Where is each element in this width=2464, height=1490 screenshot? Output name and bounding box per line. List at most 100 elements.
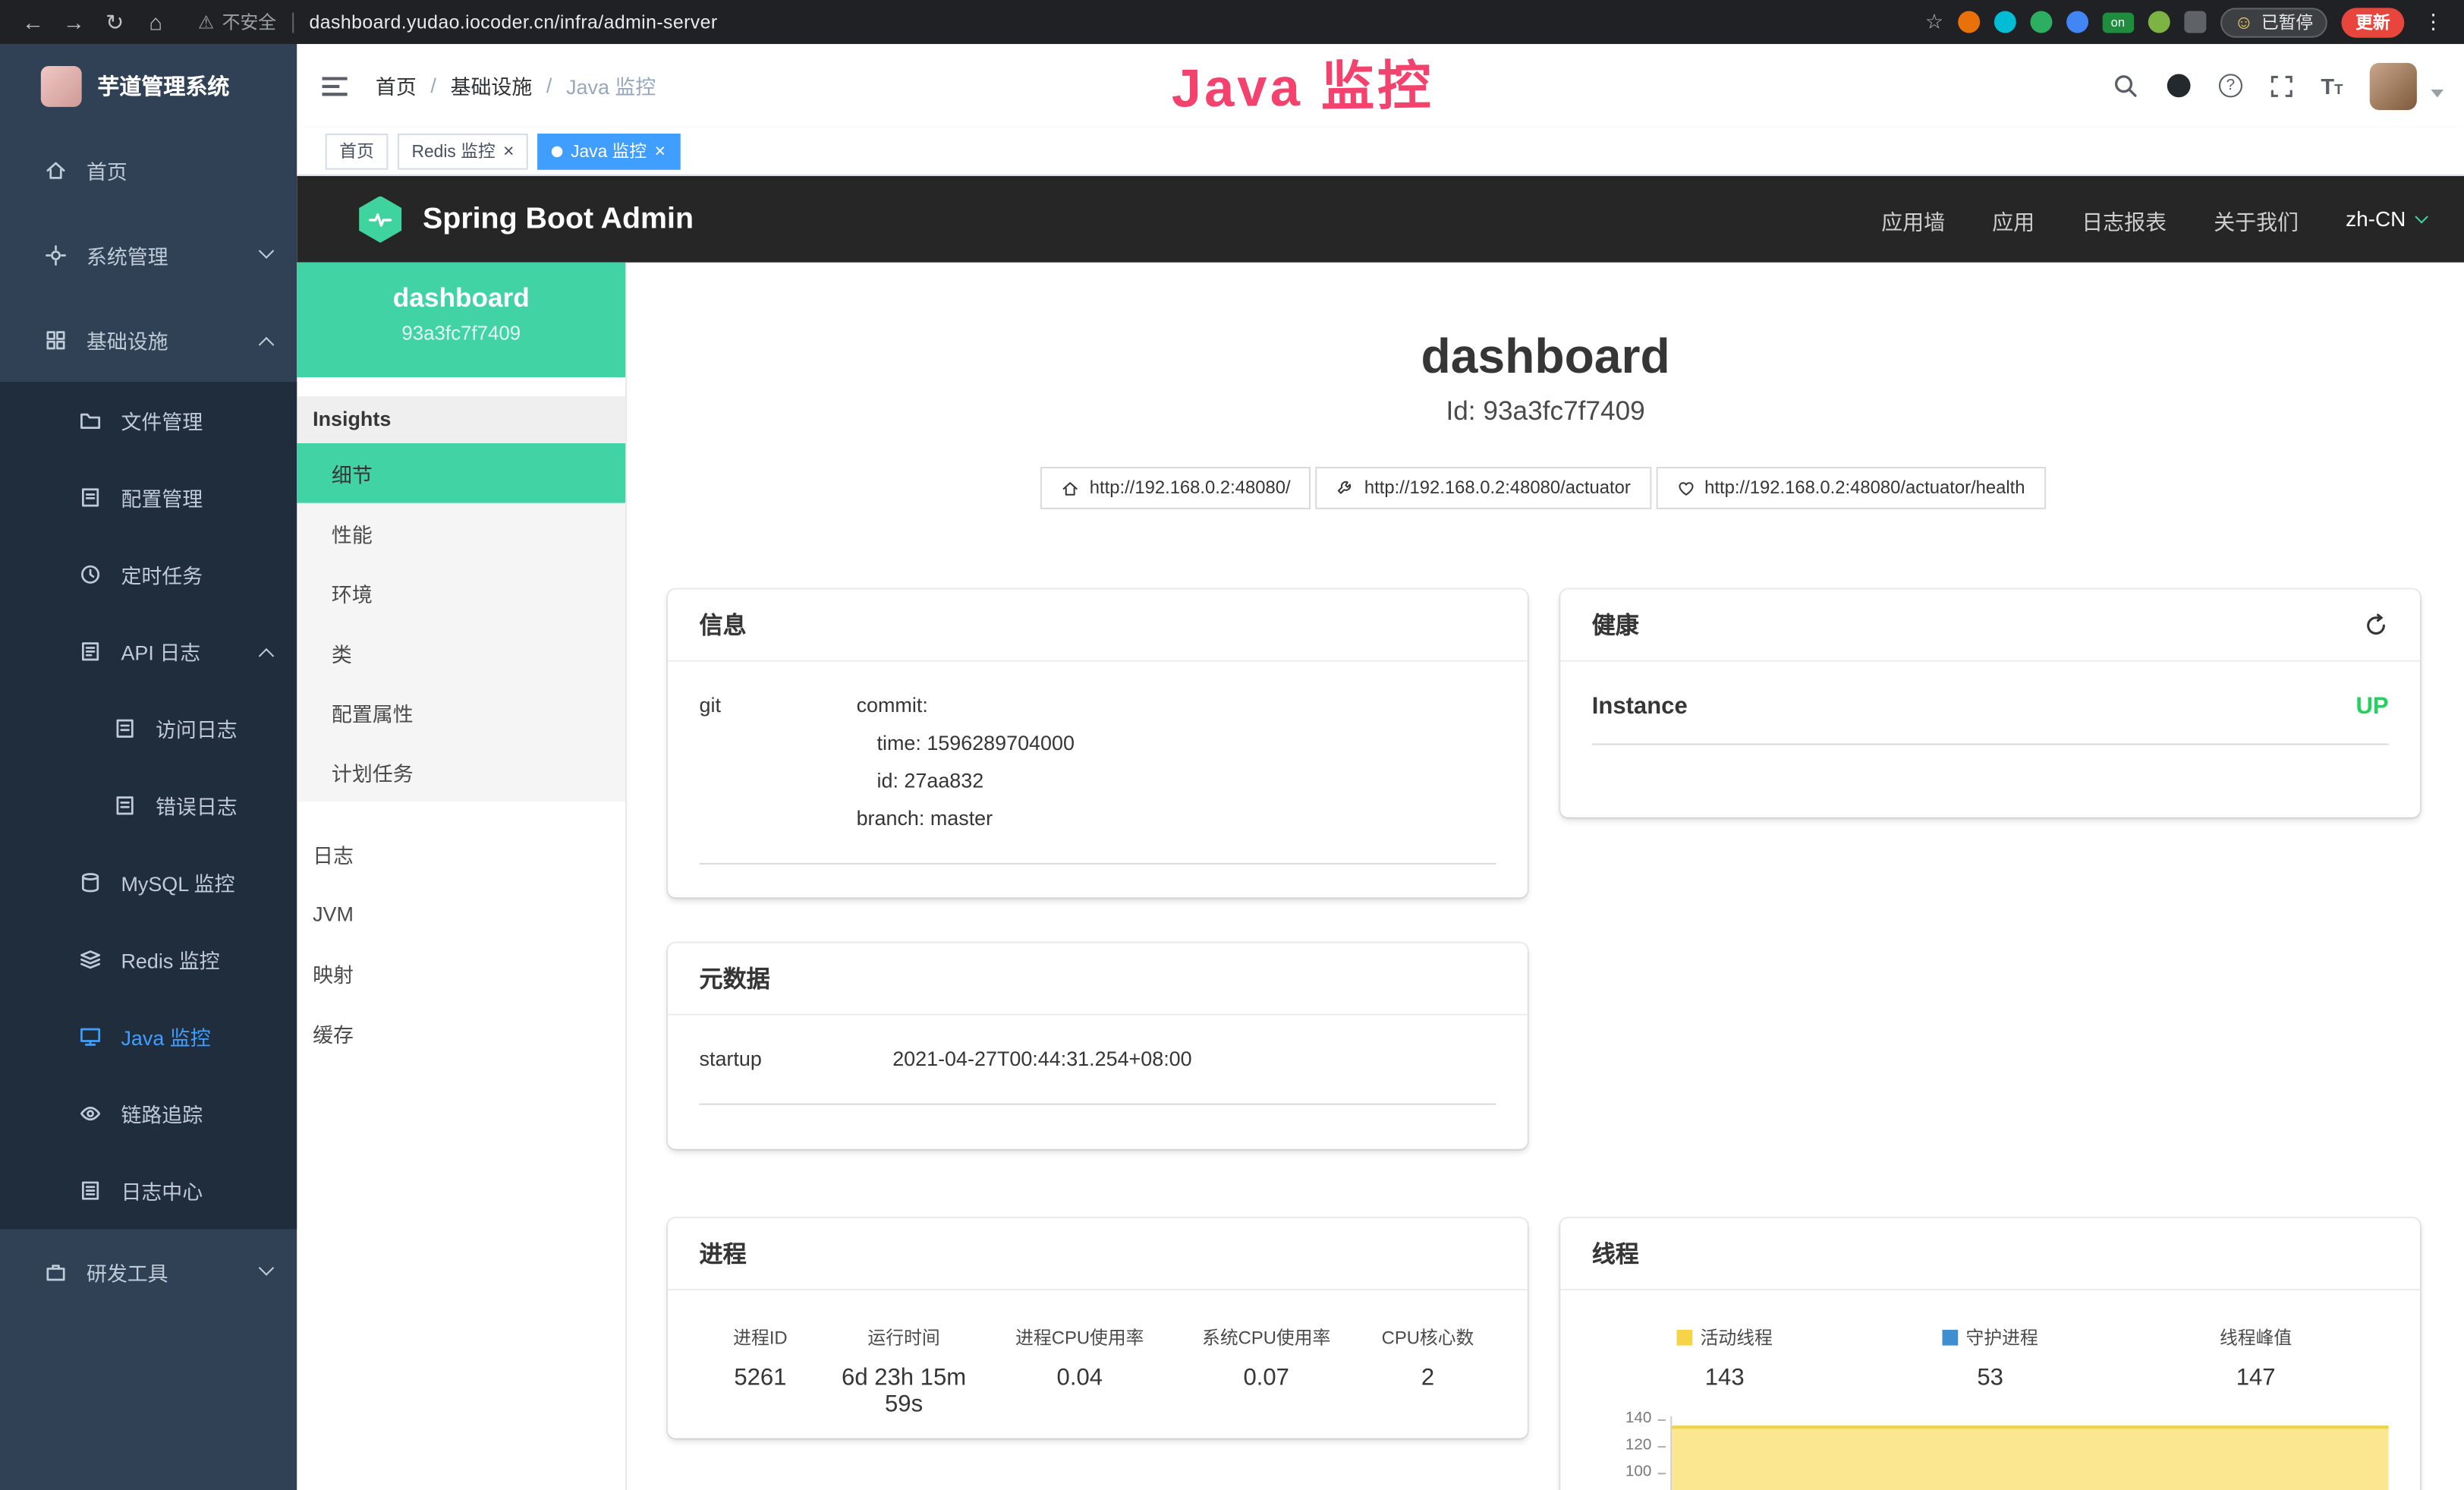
sba-nav-wallboard[interactable]: 应用墙 — [1881, 203, 1945, 235]
search-icon[interactable] — [2112, 72, 2138, 99]
sba-menu-mappings[interactable]: 映射 — [297, 943, 625, 1003]
sidebar-item-label: 日志中心 — [121, 1176, 203, 1205]
service-url-link[interactable]: http://192.168.0.2:48080/ — [1041, 467, 1311, 509]
header-actions: ? TT — [2112, 62, 2464, 109]
heart-icon — [1676, 479, 1695, 498]
hamburger-icon[interactable] — [297, 74, 348, 96]
extension-icon[interactable] — [1958, 11, 1980, 33]
history-icon[interactable] — [2363, 613, 2388, 638]
sba-menu-jvm[interactable]: JVM — [297, 884, 625, 943]
metadata-value: 2021-04-27T00:44:31.254+08:00 — [892, 1041, 1496, 1079]
sba-menu-metrics[interactable]: 性能 — [297, 503, 625, 563]
sba-menu-details[interactable]: 细节 — [297, 443, 625, 503]
sidebar-item-java-monitor[interactable]: Java 监控 — [0, 998, 297, 1075]
breadcrumb-infrastructure[interactable]: 基础设施 — [451, 71, 533, 100]
link-label: http://192.168.0.2:48080/actuator — [1364, 479, 1631, 498]
app-header: 首页 / 基础设施 / Java 监控 Java 监控 ? TT — [297, 44, 2464, 128]
sidebar-item-error-log[interactable]: 错误日志 — [0, 767, 297, 844]
help-icon[interactable]: ? — [2219, 74, 2242, 97]
avatar[interactable] — [2370, 62, 2417, 109]
sba-menu-beans[interactable]: 类 — [297, 622, 625, 682]
panel-title: 元数据 — [668, 943, 1528, 1015]
site-security-chip[interactable]: ⚠ 不安全 — [198, 9, 276, 34]
instance-header[interactable]: dashboard 93a3fc7f7409 — [297, 263, 625, 377]
panel-body: 活动线程 143 守护进程 53 线程峰值 147 140 — [1560, 1290, 2420, 1490]
fullscreen-icon[interactable] — [2269, 73, 2294, 98]
browser-toolbar: ← → ↻ ⌂ ⚠ 不安全 dashboard.yudao.iocoder.cn… — [0, 0, 2464, 44]
paused-chip[interactable]: ☺ 已暂停 — [2220, 7, 2327, 36]
legend-live-threads: 活动线程 143 — [1592, 1325, 1858, 1391]
sidebar-item-config-manage[interactable]: 配置管理 — [0, 459, 297, 536]
column-value: 6d 23h 15m 59s — [821, 1364, 987, 1417]
font-size-icon[interactable]: TT — [2321, 73, 2343, 98]
sidebar-item-file-manage[interactable]: 文件管理 — [0, 382, 297, 458]
sba-menu-environment[interactable]: 环境 — [297, 562, 625, 622]
tag-redis-monitor[interactable]: Redis 监控 × — [398, 133, 528, 169]
sba-brand[interactable]: Spring Boot Admin — [357, 196, 694, 243]
forward-icon[interactable]: → — [53, 9, 94, 34]
y-axis-tick: 100 — [1592, 1463, 1652, 1481]
extension-on-badge[interactable]: on — [2102, 12, 2133, 33]
app-logo-row[interactable]: 芋道管理系统 — [0, 44, 297, 128]
actuator-url-link[interactable]: http://192.168.0.2:48080/actuator — [1316, 467, 1651, 509]
sidebar-item-scheduled-jobs[interactable]: 定时任务 — [0, 536, 297, 613]
sba-nav-about[interactable]: 关于我们 — [2214, 203, 2299, 235]
sba-menu-loggers[interactable]: 日志 — [297, 824, 625, 884]
admin-sidebar: 芋道管理系统 首页 系统管理 基础设施 文件管理 配置管理 — [0, 44, 297, 1490]
sidebar-item-mysql-monitor[interactable]: MySQL 监控 — [0, 844, 297, 921]
smiley-icon: ☺ — [2234, 11, 2253, 33]
info-panel: 信息 git commit: time: 1596289704000 id: 2… — [668, 590, 1528, 898]
health-url-link[interactable]: http://192.168.0.2:48080/actuator/health — [1656, 467, 2045, 509]
reload-icon[interactable]: ↻ — [94, 8, 135, 35]
panel-body: Instance UP — [1560, 662, 2420, 770]
update-button[interactable]: 更新 — [2341, 7, 2404, 36]
folder-icon — [79, 408, 102, 432]
chevron-down-icon — [2415, 209, 2428, 223]
legend-value: 147 — [2123, 1364, 2389, 1391]
extension-icon[interactable] — [2148, 11, 2170, 33]
sidebar-item-tracing[interactable]: 链路追踪 — [0, 1075, 297, 1151]
sidebar-item-devtools[interactable]: 研发工具 — [0, 1229, 297, 1314]
sidebar-item-log-center[interactable]: 日志中心 — [0, 1152, 297, 1229]
live-threads-area — [1672, 1425, 2388, 1490]
close-icon[interactable]: × — [654, 141, 666, 160]
extension-icon[interactable] — [1994, 11, 2016, 33]
user-menu-caret-icon[interactable] — [2431, 90, 2444, 97]
sidebar-item-label: 系统管理 — [87, 240, 168, 269]
sidebar-item-label: 定时任务 — [121, 559, 203, 589]
log-icon — [79, 640, 102, 663]
health-instance-row[interactable]: Instance UP — [1592, 687, 2389, 745]
sidebar-item-access-log[interactable]: 访问日志 — [0, 690, 297, 767]
sba-nav-applications[interactable]: 应用 — [1992, 203, 2034, 235]
sidebar-submenu: 文件管理 配置管理 定时任务 API 日志 访问日志 错误日志 — [0, 382, 297, 1229]
chevron-up-icon — [259, 648, 274, 663]
tag-home[interactable]: 首页 — [326, 133, 389, 169]
sidebar-item-label: MySQL 监控 — [121, 868, 234, 897]
locale-select[interactable]: zh-CN — [2346, 207, 2426, 231]
sidebar-item-api-log[interactable]: API 日志 — [0, 613, 297, 690]
address-bar[interactable]: dashboard.yudao.iocoder.cn/infra/admin-s… — [310, 11, 718, 33]
sidebar-item-infrastructure[interactable]: 基础设施 — [0, 297, 297, 382]
sba-nav-journal[interactable]: 日志报表 — [2082, 203, 2167, 235]
home-icon[interactable]: ⌂ — [135, 9, 176, 34]
threads-panel: 线程 活动线程 143 守护进程 53 线程峰值 147 — [1560, 1218, 2420, 1490]
tag-java-monitor[interactable]: Java 监控 × — [538, 133, 680, 169]
github-icon[interactable] — [2165, 72, 2192, 99]
sba-menu-caches[interactable]: 缓存 — [297, 1003, 625, 1063]
extension-icon[interactable] — [2030, 11, 2052, 33]
sidebar-item-redis-monitor[interactable]: Redis 监控 — [0, 921, 297, 997]
extension-icon[interactable] — [2066, 11, 2088, 33]
bookmark-star-icon[interactable]: ☆ — [1925, 9, 1943, 34]
puzzle-extensions-icon[interactable] — [2184, 11, 2206, 33]
tag-label: Java 监控 — [571, 138, 647, 163]
sidebar-item-system[interactable]: 系统管理 — [0, 213, 297, 298]
sba-brand-title: Spring Boot Admin — [423, 202, 694, 237]
sidebar-item-home[interactable]: 首页 — [0, 128, 297, 213]
back-icon[interactable]: ← — [13, 9, 54, 34]
browser-menu-icon[interactable]: ⋮ — [2418, 9, 2448, 34]
sba-menu-scheduled-tasks[interactable]: 计划任务 — [297, 742, 625, 802]
close-icon[interactable]: × — [503, 141, 515, 160]
y-axis-tickmark — [1658, 1419, 1666, 1421]
breadcrumb-home[interactable]: 首页 — [376, 71, 417, 100]
sba-menu-config-props[interactable]: 配置属性 — [297, 682, 625, 742]
